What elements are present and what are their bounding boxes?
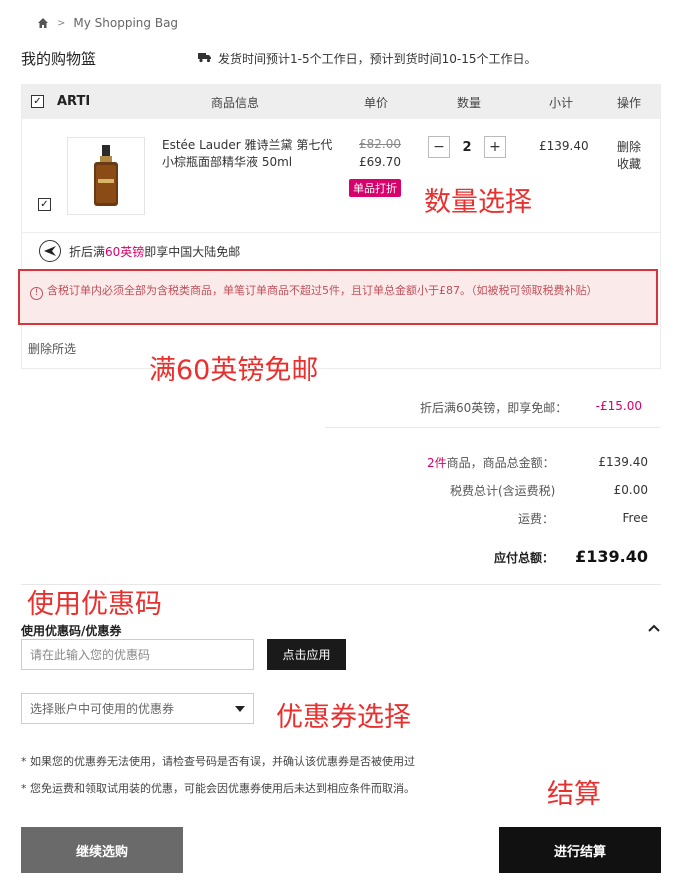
free-shipping-notice: 折后满60英镑即享中国大陆免邮 — [39, 240, 240, 262]
decrease-quantity-button[interactable]: − — [428, 136, 450, 158]
grand-total-label: 应付总额： — [494, 551, 555, 565]
tax-value: £0.00 — [613, 483, 648, 497]
annotation-quantity-select: 数量选择 — [424, 187, 532, 218]
shipping-label: 运费： — [518, 512, 555, 526]
coupon-code-input[interactable] — [21, 639, 254, 670]
cart-header: ✓ ARTI 商品信息 单价 数量 小计 操作 — [22, 85, 660, 119]
caret-down-icon — [235, 705, 245, 712]
item-subtotal: £139.40 — [539, 139, 589, 153]
breadcrumb: > My Shopping Bag — [37, 14, 178, 32]
chevron-up-icon[interactable] — [646, 620, 662, 636]
shipping-note: 发货时间预计1-5个工作日，预计到货时间10-15个工作日。 — [198, 50, 536, 67]
breadcrumb-current: My Shopping Bag — [73, 16, 179, 30]
items-total-label: 2件商品，商品总金额： — [427, 456, 555, 470]
tax-label: 税费总计(含运费税) — [450, 484, 556, 498]
product-image[interactable] — [67, 137, 145, 215]
annotation-checkout: 结算 — [547, 779, 601, 810]
cart-item-row: ✓ Estée Lauder 雅诗兰黛 第七代小棕瓶面部精华液 50ml £82… — [22, 119, 660, 233]
items-total-value: £139.40 — [598, 455, 648, 469]
quantity-value[interactable]: 2 — [450, 140, 484, 155]
airplane-icon — [39, 240, 61, 262]
shipping-note-text: 发货时间预计1-5个工作日，预计到货时间10-15个工作日。 — [218, 52, 537, 66]
coupon-section-label: 使用优惠码/优惠券 — [21, 624, 122, 638]
chevron-right-icon: > — [57, 17, 66, 29]
original-price: £82.00 — [359, 137, 401, 151]
coupon-note: * 如果您的优惠券无法使用，请检查号码是否有误，并确认该优惠券是否被使用过 — [21, 755, 415, 768]
discount-label: 折后满60英镑，即享免邮： — [420, 401, 568, 415]
free-shipping-text: 折后满60英镑即享中国大陆免邮 — [69, 244, 241, 259]
tax-warning-text: 含税订单内必须全部为含税类商品，单笔订单商品不超过5件，且订单总金额小于£87。… — [47, 284, 598, 297]
discount-value: -£15.00 — [595, 399, 642, 413]
apply-coupon-button[interactable]: 点击应用 — [267, 639, 346, 670]
select-all-checkbox[interactable]: ✓ — [31, 95, 44, 108]
continue-shopping-button[interactable]: 继续选购 — [21, 827, 183, 873]
delete-link[interactable]: 删除 — [617, 139, 641, 156]
divider — [325, 427, 660, 428]
shipping-value: Free — [622, 511, 648, 525]
col-actions: 操作 — [617, 96, 642, 110]
brand-group-label: ARTI — [57, 94, 91, 109]
col-product: 商品信息 — [211, 96, 260, 110]
coupon-select-value: 选择账户中可使用的优惠券 — [30, 702, 175, 716]
increase-quantity-button[interactable]: + — [484, 136, 506, 158]
product-name[interactable]: Estée Lauder 雅诗兰黛 第七代小棕瓶面部精华液 50ml — [162, 137, 334, 171]
col-subtotal: 小计 — [549, 96, 574, 110]
cart-table: ✓ ARTI 商品信息 单价 数量 小计 操作 ✓ Estée Lauder 雅… — [18, 84, 661, 369]
coupon-note: * 您免运费和领取试用装的优惠，可能会因优惠券使用后未达到相应条件而取消。 — [21, 782, 415, 795]
item-checkbox[interactable]: ✓ — [38, 198, 51, 211]
divider — [21, 584, 661, 585]
annotation-free-shipping: 满60英镑免邮 — [149, 355, 319, 386]
tax-warning: ! 含税订单内必须全部为含税类商品，单笔订单商品不超过5件，且订单总金额小于£87… — [18, 269, 658, 325]
col-quantity: 数量 — [457, 96, 482, 110]
info-icon: ! — [30, 287, 43, 300]
col-unit-price: 单价 — [364, 96, 389, 110]
quantity-stepper: − 2 + — [428, 136, 506, 158]
delete-selected-link[interactable]: 删除所选 — [28, 340, 76, 357]
favorite-link[interactable]: 收藏 — [617, 156, 641, 173]
current-price: £69.70 — [359, 155, 401, 169]
grand-total-value: £139.40 — [575, 547, 648, 566]
discount-badge: 单品打折 — [349, 179, 401, 197]
truck-icon — [198, 52, 212, 66]
item-actions: 删除 收藏 — [617, 139, 641, 173]
annotation-use-coupon: 使用优惠码 — [27, 589, 162, 620]
page-title: 我的购物篮 — [21, 50, 97, 68]
home-icon[interactable] — [37, 17, 49, 29]
checkout-button[interactable]: 进行结算 — [499, 827, 661, 873]
coupon-select-dropdown[interactable]: 选择账户中可使用的优惠券 — [21, 693, 254, 724]
annotation-coupon-select: 优惠券选择 — [276, 702, 411, 733]
